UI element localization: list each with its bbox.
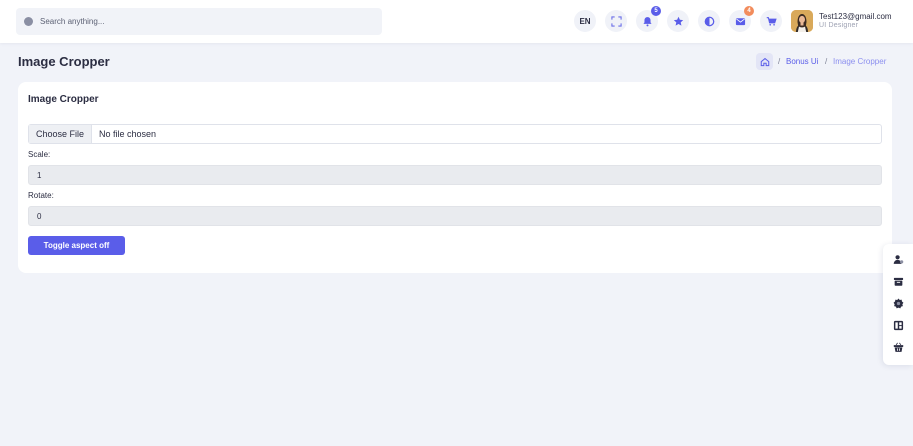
scale-input[interactable] <box>28 165 882 185</box>
cart-icon <box>766 16 777 26</box>
user-email[interactable]: Test123@gmail.com <box>819 12 892 21</box>
messages-badge: 4 <box>744 6 754 16</box>
user-settings-icon <box>893 255 904 264</box>
messages-button[interactable]: 4 <box>729 6 754 32</box>
breadcrumb-current: Image Cropper <box>833 57 887 66</box>
search-input[interactable] <box>40 17 360 26</box>
search-box[interactable] <box>16 8 382 35</box>
gear-icon <box>893 298 904 309</box>
theme-toggle-button[interactable] <box>698 10 720 32</box>
user-role: UI Designer <box>819 22 859 29</box>
box-icon <box>893 277 904 286</box>
search-icon <box>24 17 33 26</box>
bookmarks-button[interactable] <box>667 10 689 32</box>
breadcrumb-link-bonus-ui[interactable]: Bonus Ui <box>786 57 818 66</box>
theme-toggle-icon <box>704 16 714 26</box>
notifications-badge: 5 <box>651 6 661 16</box>
side-user-settings-button[interactable] <box>893 254 904 265</box>
cart-button[interactable] <box>760 10 782 32</box>
bell-icon <box>642 16 652 26</box>
side-panel <box>883 244 913 365</box>
choose-file-button[interactable]: Choose File <box>29 125 93 143</box>
page-title: Image Cropper <box>18 54 110 69</box>
breadcrumb-separator: / <box>825 57 828 66</box>
language-label: EN <box>579 16 591 26</box>
image-cropper-card: Image Cropper Choose File No file chosen… <box>18 82 892 273</box>
side-layout-button[interactable] <box>893 320 904 331</box>
top-header: EN 5 4 <box>0 0 913 43</box>
breadcrumb-separator: / <box>778 57 781 66</box>
avatar-image <box>791 10 813 32</box>
fullscreen-icon <box>610 15 622 27</box>
scale-label: Scale: <box>28 150 51 159</box>
rotate-input[interactable] <box>28 206 882 226</box>
file-status: No file chosen <box>99 129 157 139</box>
avatar[interactable] <box>791 10 813 32</box>
breadcrumb-home[interactable] <box>756 53 773 70</box>
home-icon <box>760 57 769 66</box>
side-box-button[interactable] <box>893 276 904 287</box>
notifications-button[interactable]: 5 <box>636 6 661 32</box>
basket-icon <box>893 342 904 352</box>
layout-icon <box>893 320 904 331</box>
toggle-aspect-button[interactable]: Toggle aspect off <box>28 236 125 255</box>
side-basket-button[interactable] <box>893 342 904 353</box>
language-button[interactable]: EN <box>574 10 596 32</box>
star-icon <box>673 16 683 26</box>
side-settings-button[interactable] <box>893 298 904 309</box>
mail-icon <box>735 17 745 25</box>
file-input[interactable]: Choose File No file chosen <box>28 124 882 144</box>
rotate-label: Rotate: <box>28 191 54 200</box>
fullscreen-button[interactable] <box>605 10 627 32</box>
card-title: Image Cropper <box>28 94 99 105</box>
